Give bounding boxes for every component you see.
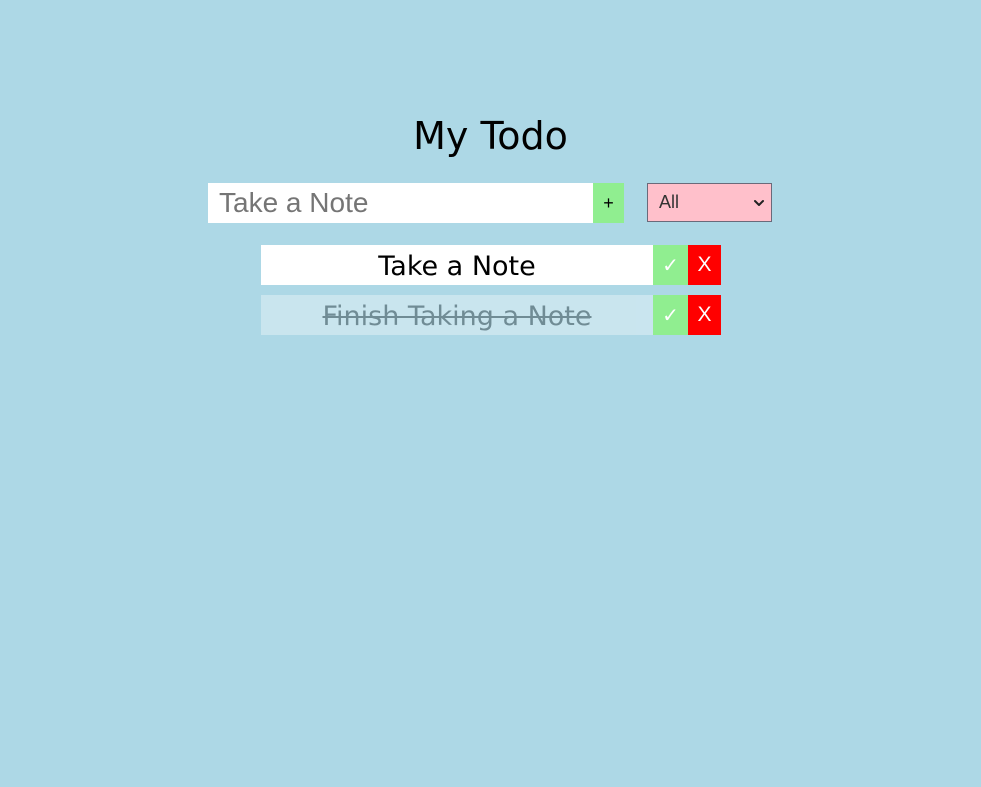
- complete-button[interactable]: ✓: [653, 245, 688, 285]
- delete-button[interactable]: X: [688, 245, 721, 285]
- delete-button[interactable]: X: [688, 295, 721, 335]
- page-title: My Todo: [413, 114, 568, 158]
- todo-item: Finish Taking a Note ✓ X: [261, 295, 721, 335]
- filter-select[interactable]: All: [647, 183, 772, 222]
- note-input[interactable]: [208, 183, 593, 223]
- add-todo-button[interactable]: +: [593, 183, 624, 223]
- chevron-down-icon: [754, 200, 764, 206]
- complete-button[interactable]: ✓: [653, 295, 688, 335]
- filter-select-value: All: [659, 192, 680, 212]
- todo-item: Take a Note ✓ X: [261, 245, 721, 285]
- todo-text: Take a Note: [261, 245, 653, 285]
- todo-text: Finish Taking a Note: [261, 295, 653, 335]
